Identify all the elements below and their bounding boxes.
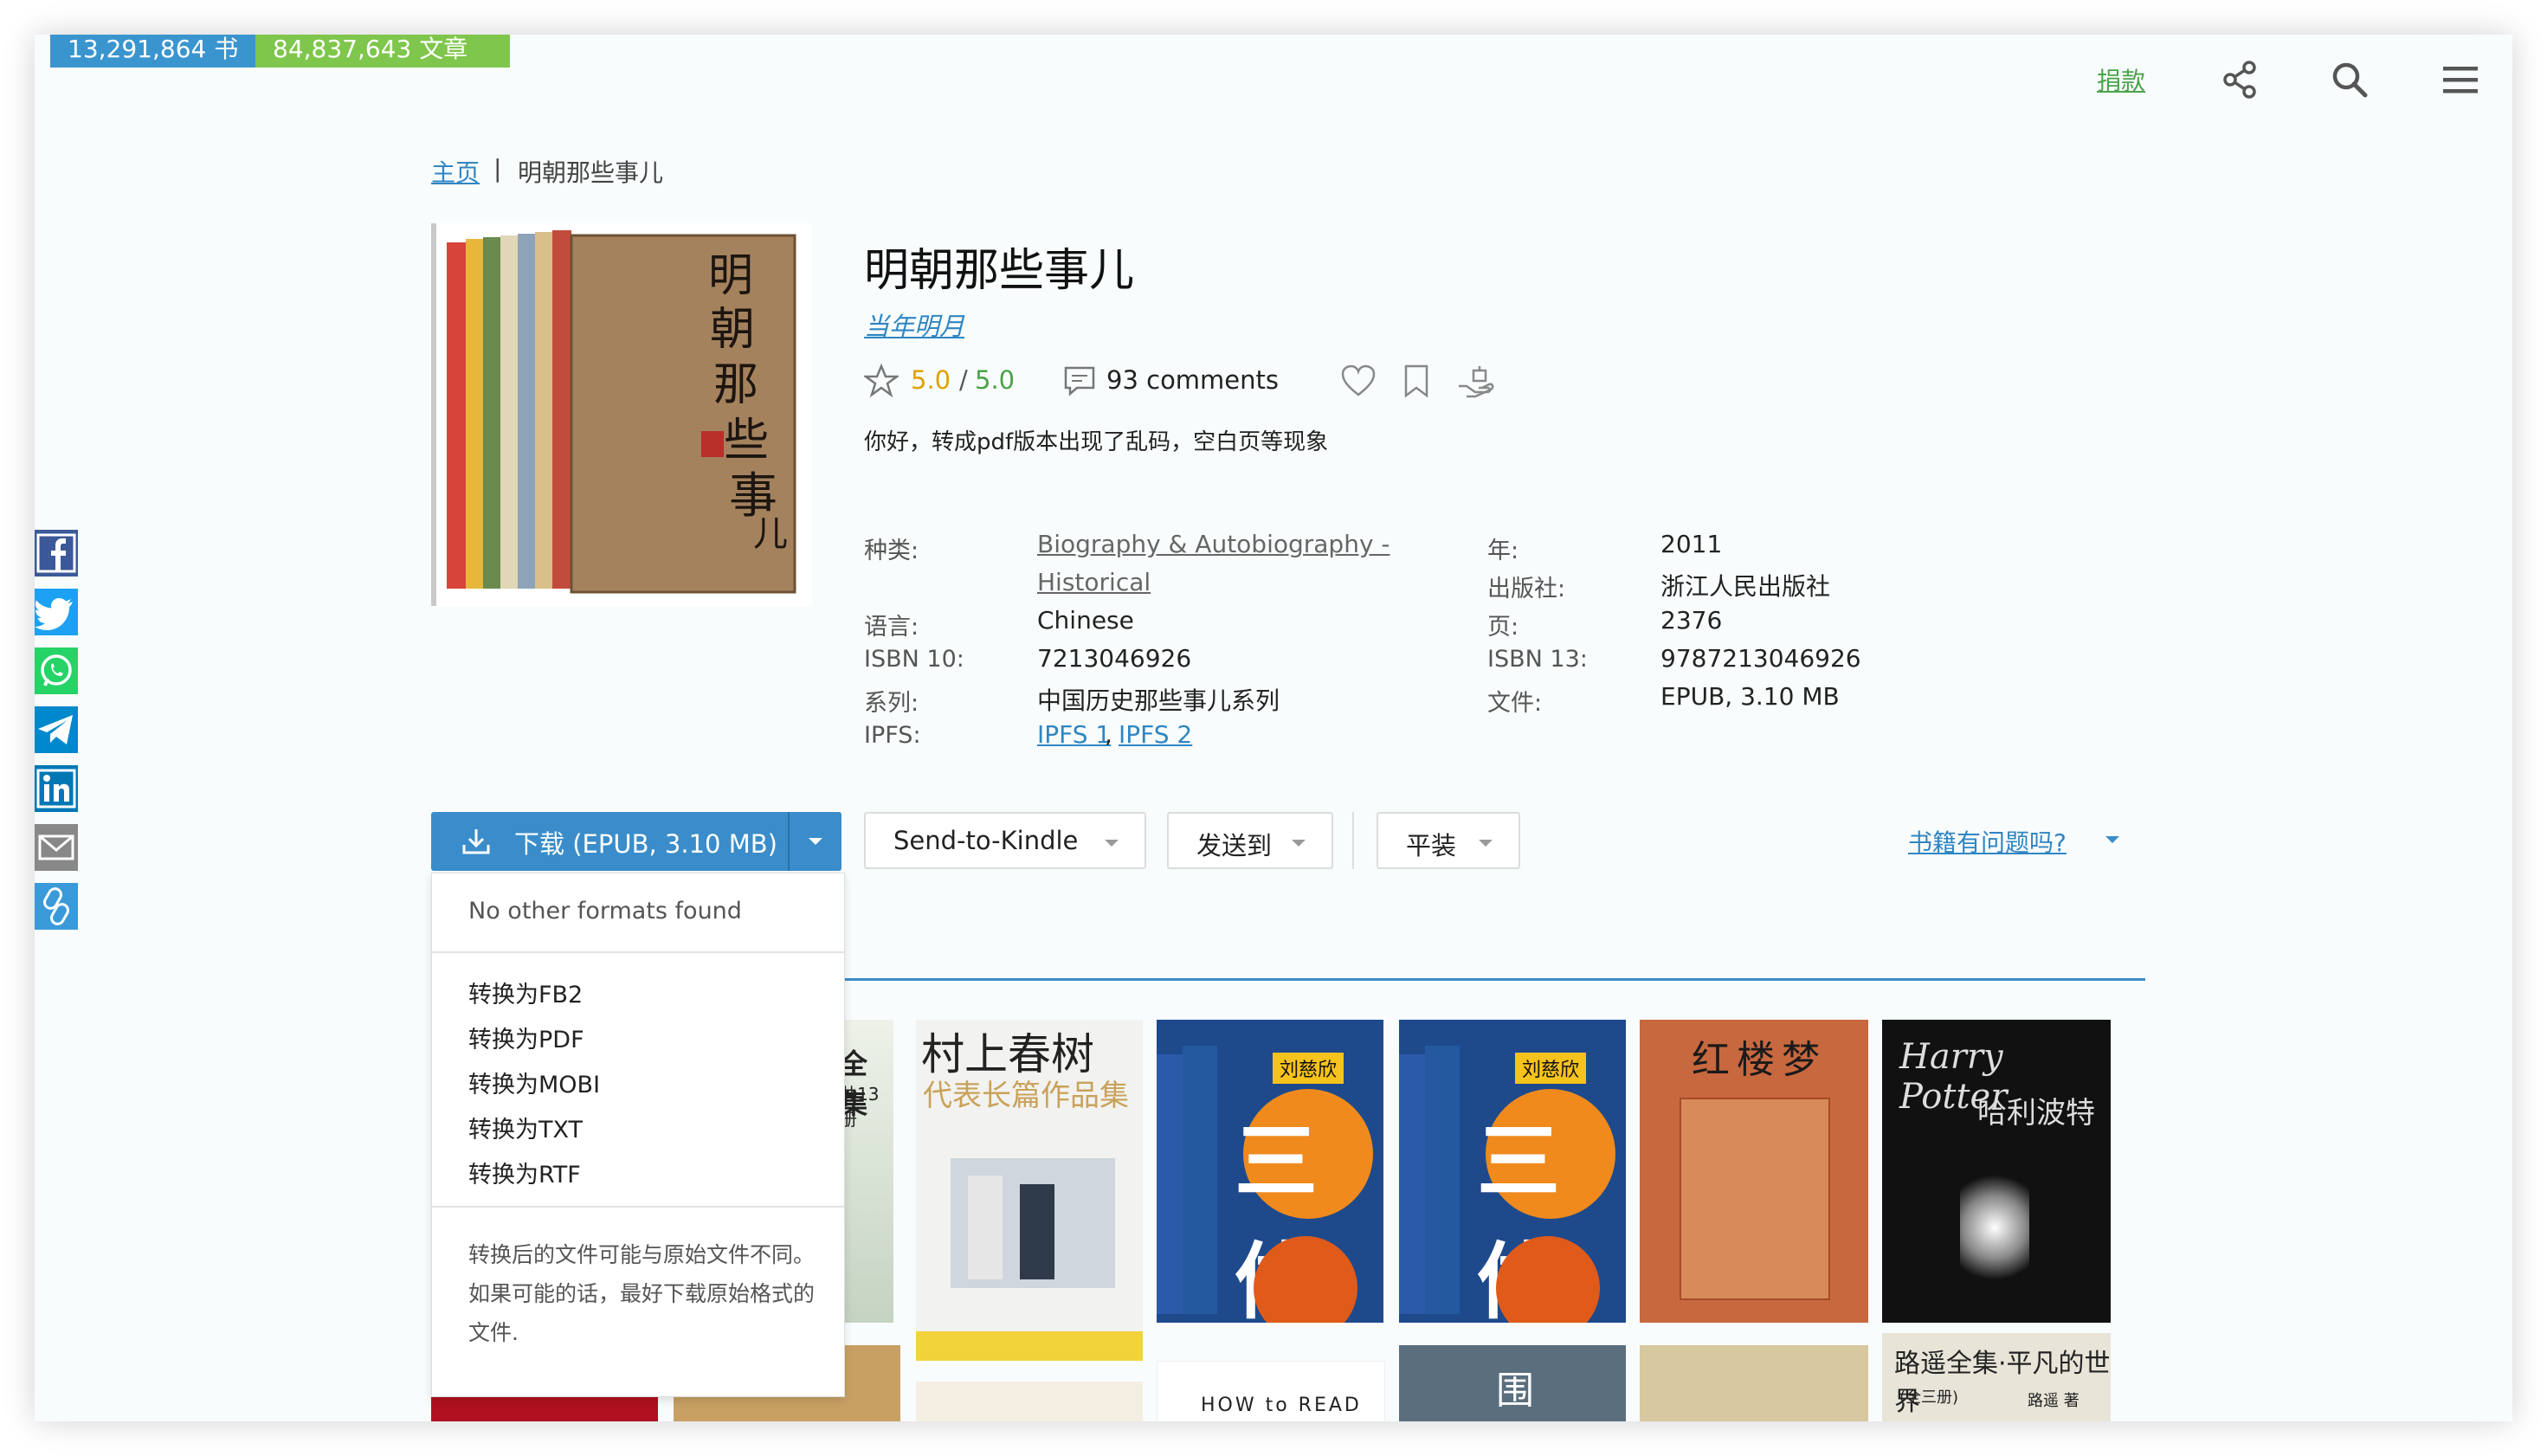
related-book-4-author: 刘慈欣 bbox=[1515, 1053, 1587, 1084]
whatsapp-share-button[interactable] bbox=[35, 647, 78, 694]
facebook-share-button[interactable] bbox=[35, 530, 78, 577]
link-icon bbox=[43, 887, 69, 925]
related-book-2-sub: 代表长篇作品集 bbox=[923, 1079, 1129, 1113]
related-book-r2-5-char: 围 bbox=[1496, 1369, 1534, 1413]
related-book-1-sub: 共13册 bbox=[840, 1084, 880, 1130]
related-book-6[interactable]: Harry Potter 哈利波特 bbox=[1882, 1020, 2111, 1323]
email-share-button[interactable] bbox=[35, 824, 78, 871]
related-books-grid: 全集 共13册 村上春树 代表长篇作品集 刘慈欣 三体 刘慈欣 三体 bbox=[35, 35, 2512, 1421]
telegram-share-button[interactable] bbox=[35, 706, 78, 753]
conversion-note: 转换后的文件可能与原始文件不同。如果可能的话，最好下载原始格式的文件. bbox=[468, 1242, 816, 1345]
email-icon bbox=[38, 834, 74, 860]
whatsapp-icon bbox=[41, 654, 72, 686]
twitter-icon bbox=[35, 598, 73, 630]
convert-fb2-item[interactable]: 转换为FB2 bbox=[468, 976, 583, 1009]
no-other-formats-text: No other formats found bbox=[468, 898, 742, 924]
related-book-r2-6[interactable] bbox=[1640, 1345, 1868, 1421]
related-book-5[interactable]: 红楼梦 bbox=[1640, 1020, 1868, 1323]
related-book-4[interactable]: 刘慈欣 三体 bbox=[1399, 1020, 1626, 1323]
linkedin-share-button[interactable] bbox=[35, 765, 78, 812]
convert-rtf-item[interactable]: 转换为RTF bbox=[468, 1156, 581, 1189]
related-book-3-author: 刘慈欣 bbox=[1273, 1053, 1344, 1084]
convert-mobi-item[interactable]: 转换为MOBI bbox=[468, 1066, 600, 1099]
twitter-share-button[interactable] bbox=[35, 589, 78, 635]
related-book-6-cn: 哈利波特 bbox=[1977, 1096, 2095, 1131]
dropdown-divider-2 bbox=[432, 1206, 844, 1208]
related-book-3[interactable]: 刘慈欣 三体 bbox=[1157, 1020, 1383, 1323]
linkedin-icon bbox=[36, 769, 76, 809]
related-book-r2-3[interactable] bbox=[916, 1382, 1143, 1421]
convert-txt-item[interactable]: 转换为TXT bbox=[468, 1111, 583, 1144]
related-book-r2-4-title: HOW to READ bbox=[1201, 1395, 1362, 1416]
convert-pdf-item[interactable]: 转换为PDF bbox=[468, 1021, 584, 1054]
related-book-r2-7-author: 路遥 著 bbox=[2028, 1392, 2080, 1410]
download-formats-dropdown: No other formats found 转换为FB2 转换为PDF 转换为… bbox=[431, 873, 845, 1397]
copy-link-share-button[interactable] bbox=[35, 883, 78, 930]
related-book-2[interactable]: 村上春树 代表长篇作品集 bbox=[916, 1020, 1143, 1361]
facebook-icon bbox=[36, 533, 76, 573]
telegram-icon bbox=[38, 715, 73, 744]
browser-window: 13,291,864 书 84,837,643 文章 捐款 主页 | 明朝那些事… bbox=[35, 35, 2512, 1421]
related-book-r2-4[interactable]: HOW to READ bbox=[1157, 1361, 1385, 1421]
related-book-r2-5[interactable]: 围 bbox=[1399, 1345, 1626, 1421]
dropdown-divider-1 bbox=[432, 951, 844, 953]
related-book-r2-7[interactable]: 路遥全集·平凡的世界 (全三册) 路遥 著 bbox=[1882, 1333, 2111, 1421]
related-book-5-title: 红楼梦 bbox=[1692, 1038, 1827, 1082]
related-book-r2-7-sub: (全三册) bbox=[1899, 1388, 1959, 1407]
